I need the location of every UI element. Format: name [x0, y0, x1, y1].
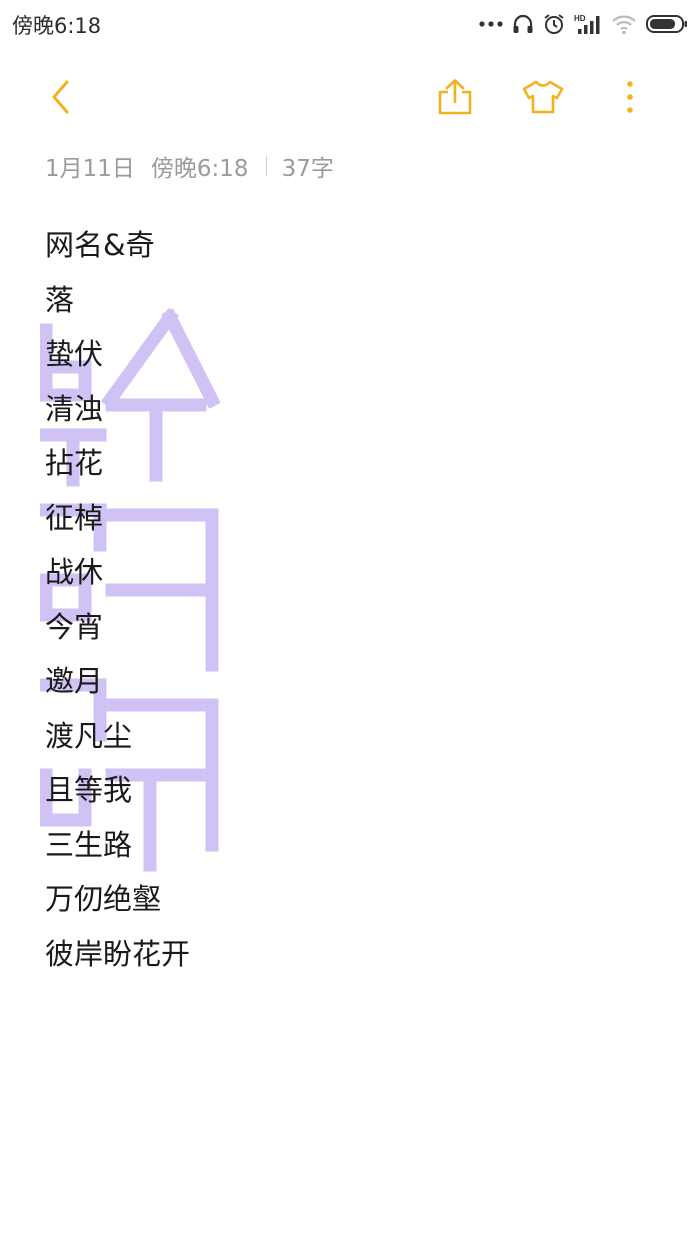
note-meta: 1月11日 傍晚6:18 37字 [45, 150, 334, 182]
wifi-icon [611, 13, 637, 35]
meta-divider [265, 156, 267, 176]
battery-icon [646, 13, 688, 35]
more-dots-icon [479, 20, 503, 28]
note-line[interactable]: 拈花 [45, 436, 665, 491]
note-time: 傍晚6:18 [150, 156, 249, 182]
note-date: 1月11日 [45, 156, 135, 182]
note-line[interactable]: 蛰伏 [45, 327, 665, 382]
share-button[interactable] [420, 64, 490, 134]
note-editor[interactable]: 网名&奇 落 蛰伏 清浊 拈花 征棹 战休 今宵 邀月 渡凡尘 且等我 三生路 … [45, 218, 665, 981]
status-bar: 傍晚6:18 HD [0, 0, 700, 48]
alarm-icon [543, 13, 565, 35]
note-line[interactable]: 战休 [45, 545, 665, 600]
more-vertical-icon [625, 80, 635, 118]
hd-badge: HD [574, 14, 586, 23]
note-line[interactable]: 征棹 [45, 491, 665, 546]
headset-icon [512, 13, 534, 35]
note-line[interactable]: 今宵 [45, 600, 665, 655]
note-line[interactable]: 清浊 [45, 382, 665, 437]
back-button[interactable] [26, 64, 96, 134]
note-line[interactable]: 渡凡尘 [45, 709, 665, 764]
note-line[interactable]: 且等我 [45, 763, 665, 818]
share-icon [437, 78, 473, 120]
note-toolbar [0, 64, 700, 134]
status-time: 傍晚6:18 [12, 14, 102, 38]
theme-button[interactable] [508, 64, 578, 134]
status-icons: HD [479, 10, 688, 38]
note-line[interactable]: 万仞绝壑 [45, 872, 665, 927]
hd-signal-icon: HD [574, 13, 602, 35]
note-line[interactable]: 网名&奇 [45, 218, 665, 273]
more-menu-button[interactable] [595, 64, 665, 134]
theme-shirt-icon [521, 79, 565, 119]
note-line[interactable]: 落 [45, 273, 665, 328]
note-line[interactable]: 三生路 [45, 818, 665, 873]
back-chevron-icon [49, 79, 73, 119]
note-line[interactable]: 邀月 [45, 654, 665, 709]
note-char-count: 37字 [281, 156, 334, 182]
note-line[interactable]: 彼岸盼花开 [45, 927, 665, 982]
